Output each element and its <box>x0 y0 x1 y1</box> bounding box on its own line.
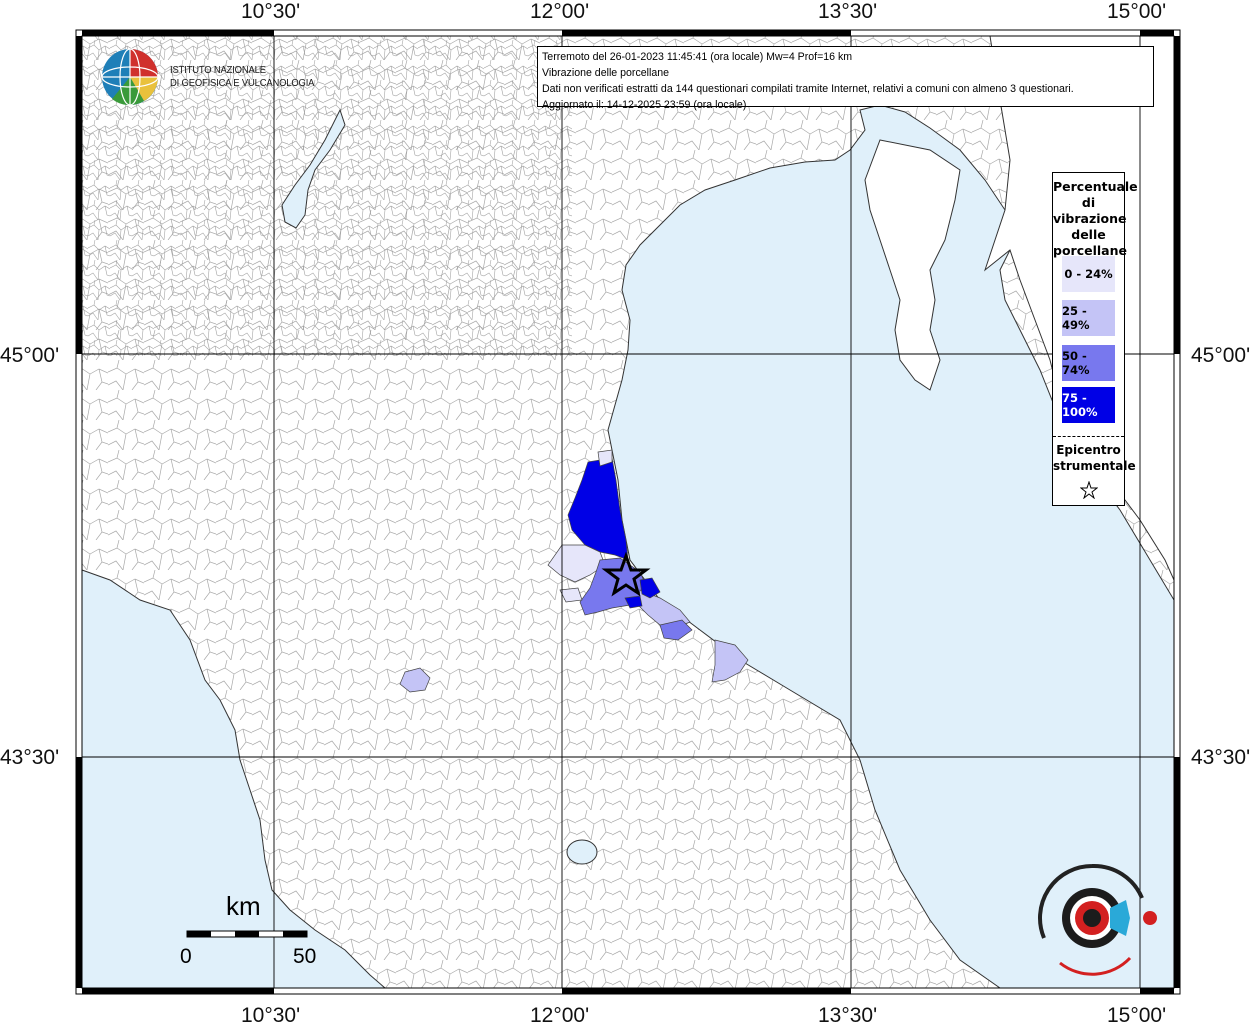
lon-label-top-3: 13°30' <box>818 0 878 23</box>
lat-label-right-1: 45°00' <box>1191 344 1251 367</box>
legend: Percentuale di vibrazione delle porcella… <box>1052 172 1138 506</box>
legend-class-50-74: 50 - 74% <box>1062 345 1115 381</box>
lat-label-left-1: 45°00' <box>0 344 60 367</box>
legend-title-line1: Percentuale <box>1053 179 1138 194</box>
legend-class-25-49: 25 - 49% <box>1062 300 1115 336</box>
lon-label-bottom-4: 15°00' <box>1107 1004 1167 1027</box>
legend-epicenter-line1: Epicentro <box>1056 443 1121 457</box>
lon-label-top-1: 10°30' <box>241 0 301 23</box>
lake-trasimeno <box>566 839 598 865</box>
ingv-name-line1: ISTITUTO NAZIONALE <box>170 64 266 76</box>
legend-class-75-100: 75 - 100% <box>1062 387 1115 423</box>
lon-label-bottom-1: 10°30' <box>241 1004 301 1027</box>
scale-end: 50 <box>293 945 317 968</box>
legend-epicenter-title: Epicentro strumentale <box>1053 442 1136 474</box>
haisentito-logo <box>1038 863 1157 976</box>
info-line-earthquake: Terremoto del 26-01-2023 11:45:41 (ora l… <box>542 51 853 63</box>
info-line-data-note: Dati non verificati estratti da 144 ques… <box>542 83 1074 95</box>
lon-label-top-4: 15°00' <box>1107 0 1167 23</box>
legend-epicenter-line2: strumentale <box>1053 459 1136 473</box>
lon-label-bottom-2: 12°00' <box>530 1004 590 1027</box>
legend-separator <box>1053 436 1124 437</box>
info-line-parameter: Vibrazione delle porcellane <box>542 67 670 79</box>
legend-title-line2: di vibrazione <box>1053 195 1127 226</box>
scale-start: 0 <box>180 945 192 968</box>
lat-label-right-2: 43°30' <box>1191 746 1251 769</box>
lon-label-top-2: 12°00' <box>530 0 590 23</box>
ingv-name-line2: DI GEOFISICA E VULCANOLOGIA <box>170 77 315 89</box>
legend-star-icon <box>1080 481 1098 499</box>
legend-class-0-24: 0 - 24% <box>1062 256 1115 292</box>
ingv-name: ISTITUTO NAZIONALE DI GEOFISICA E VULCAN… <box>170 64 314 90</box>
lat-label-left-2: 43°30' <box>0 746 60 769</box>
lon-label-bottom-3: 13°30' <box>818 1004 878 1027</box>
legend-title-line3: delle <box>1071 227 1106 242</box>
legend-title: Percentuale di vibrazione delle porcella… <box>1053 179 1138 259</box>
info-line-updated: Aggiornato il: 14-12-2025 23:59 (ora loc… <box>542 99 747 111</box>
info-box: Terremoto del 26-01-2023 11:45:41 (ora l… <box>537 46 1154 111</box>
